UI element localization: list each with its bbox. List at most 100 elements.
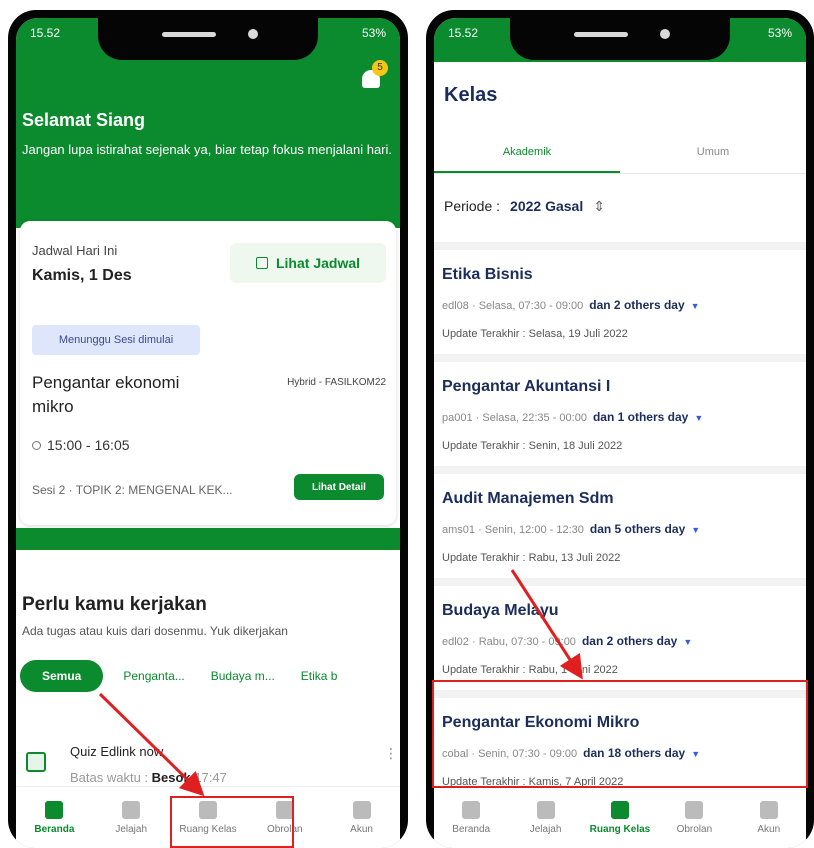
chevron-down-icon[interactable]: ▼ (691, 301, 700, 311)
greeting-subtitle: Jangan lupa istirahat sejenak ya, biar t… (22, 142, 392, 157)
nav-classroom[interactable]: Ruang Kelas (585, 800, 655, 835)
quiz-item[interactable]: Quiz Edlink now Batas waktu : Besok 17:4… (20, 708, 400, 798)
calendar-icon (255, 257, 268, 269)
nav-label: Ruang Kelas (589, 823, 651, 835)
green-divider (16, 528, 400, 550)
course-meta: edl02 · Rabu, 07:30 - 09:00 (442, 636, 576, 648)
nav-explore[interactable]: Jelajah (511, 800, 581, 835)
nav-account[interactable]: Akun (734, 800, 804, 835)
class-tabs: Akademik Umum (434, 134, 806, 174)
course-schedule: ams01 · Senin, 12:00 - 12:30 dan 5 others… (442, 522, 700, 536)
tab-academic[interactable]: Akademik (434, 134, 620, 173)
view-schedule-button[interactable]: Lihat Jadwal (230, 243, 386, 283)
course-last-update: Update Terakhir : Selasa, 19 Juli 2022 (442, 328, 628, 340)
course-schedule: edl08 · Selasa, 07:30 - 09:00 dan 2 other… (442, 298, 700, 312)
course-item[interactable]: Pengantar Akuntansi I pa001 · Selasa, 22:… (434, 362, 806, 462)
view-detail-button[interactable]: Lihat Detail (294, 474, 384, 500)
course-name: Pengantar Akuntansi I (442, 378, 611, 395)
status-time: 15.52 (30, 26, 61, 40)
course-item[interactable]: Budaya Melayu edl02 · Rabu, 07:30 - 09:00… (434, 586, 806, 686)
status-battery: 53% (767, 26, 792, 40)
phone-notch (98, 18, 318, 60)
course-meta: pa001 · Selasa, 22:35 - 00:00 (442, 412, 587, 424)
chat-icon (685, 800, 704, 819)
account-icon (352, 800, 371, 819)
notification-bell-icon[interactable]: 5 (360, 60, 388, 90)
course-last-update: Update Terakhir : Rabu, 1 Juni 2022 (442, 664, 618, 676)
notification-count-badge: 5 (372, 60, 388, 76)
deadline-day: Besok (151, 770, 191, 785)
course-item[interactable]: Etika Bisnis edl08 · Selasa, 07:30 - 09:0… (434, 250, 806, 350)
course-more-days: dan 2 others day (589, 298, 685, 312)
view-schedule-label: Lihat Jadwal (275, 255, 361, 271)
separator (434, 466, 806, 474)
chip-course[interactable]: Budaya m... (205, 660, 281, 692)
chevron-down-icon[interactable]: ▼ (683, 637, 692, 647)
schedule-date: Kamis, 1 Des (32, 267, 132, 284)
deadline-time: 17:47 (194, 770, 227, 785)
course-more-days: dan 5 others day (589, 522, 686, 536)
chip-course[interactable]: Etika b (295, 660, 344, 692)
clock-icon (32, 440, 41, 450)
rocket-icon (536, 800, 555, 819)
course-meta: ams01 · Senin, 12:00 - 12:30 (442, 524, 584, 536)
nav-label: Akun (757, 823, 781, 835)
phone-notch (510, 18, 730, 60)
chevron-down-icon[interactable]: ▼ (694, 413, 703, 423)
highlight-box-nav (170, 796, 294, 848)
course-title: Pengantar ekonomi mikro (32, 373, 180, 416)
quiz-title: Quiz Edlink now (70, 744, 164, 759)
course-name: Budaya Melayu (442, 602, 559, 619)
schedule-card: Jadwal Hari Ini Kamis, 1 Des Lihat Jadwa… (20, 221, 396, 525)
period-label: Periode : (444, 198, 501, 214)
course-last-update: Update Terakhir : Rabu, 13 Juli 2022 (442, 552, 621, 564)
chip-all[interactable]: Semua (20, 660, 104, 692)
quiz-deadline: Batas waktu : Besok 17:47 (70, 770, 227, 785)
home-icon (462, 800, 481, 819)
account-icon (759, 800, 778, 819)
nav-label: Akun (350, 823, 373, 835)
todo-title: Perlu kamu kerjakan (22, 594, 207, 615)
deadline-label: Batas waktu : (70, 770, 149, 785)
course-schedule: edl02 · Rabu, 07:30 - 09:00 dan 2 others … (442, 634, 692, 648)
home-icon (45, 800, 64, 819)
course-more-days: dan 2 others day (581, 634, 678, 648)
nav-label: Jelajah (115, 823, 148, 835)
period-value: 2022 Gasal (510, 198, 584, 214)
course-more-days: dan 1 others day (592, 410, 689, 424)
course-meta: edl08 · Selasa, 07:30 - 09:00 (442, 300, 584, 312)
nav-chat[interactable]: Obrolan (659, 800, 729, 835)
todo-subtitle: Ada tugas atau kuis dari dosenmu. Yuk di… (22, 624, 288, 638)
period-selector[interactable]: Periode : 2022 Gasal ⇕ (444, 198, 605, 215)
separator (434, 578, 806, 586)
nav-label: Beranda (452, 823, 491, 835)
nav-home[interactable]: Beranda (19, 800, 89, 835)
status-time: 15.52 (448, 26, 479, 40)
rocket-icon (122, 800, 141, 819)
quiz-icon (26, 752, 46, 772)
nav-account[interactable]: Akun (327, 800, 397, 835)
course-name: Audit Manajemen Sdm (442, 490, 614, 507)
tab-general[interactable]: Umum (620, 134, 806, 173)
course-item[interactable]: Audit Manajemen Sdm ams01 · Senin, 12:00 … (434, 474, 806, 574)
home-screen: 15.52 53% 5 Selamat Siang Jangan lupa is… (16, 18, 400, 848)
course-name: Etika Bisnis (442, 266, 533, 283)
status-battery: 53% (361, 26, 386, 40)
nav-home[interactable]: Beranda (436, 800, 506, 835)
course-schedule: pa001 · Selasa, 22:35 - 00:00 dan 1 other… (442, 410, 703, 424)
course-last-update: Update Terakhir : Senin, 18 Juli 2022 (442, 440, 623, 452)
course-time-text: 15:00 - 16:05 (47, 437, 130, 453)
schedule-label: Jadwal Hari Ini (32, 243, 118, 258)
chevron-down-icon[interactable]: ▼ (691, 525, 700, 535)
nav-label: Beranda (34, 823, 75, 835)
chip-course[interactable]: Penganta... (117, 660, 190, 692)
more-options-icon[interactable]: ⋮ (384, 746, 398, 762)
nav-explore[interactable]: Jelajah (96, 800, 166, 835)
bottom-navigation: Beranda Jelajah Ruang Kelas Obrolan Akun (434, 786, 806, 848)
highlight-box-course (432, 680, 808, 788)
session-status-badge: Menunggu Sesi dimulai (32, 325, 200, 355)
course-mode: Hybrid - FASILKOM22 (287, 377, 386, 388)
separator (434, 354, 806, 362)
todo-filter-chips: Semua Penganta... Budaya m... Etika b (20, 660, 400, 692)
updown-icon: ⇕ (593, 198, 605, 214)
